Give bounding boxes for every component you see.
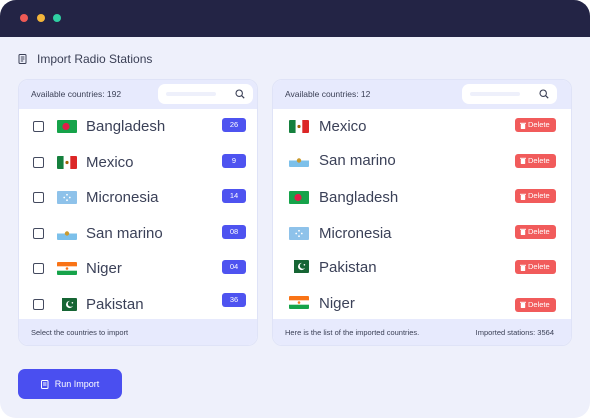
delete-button[interactable]: Delete [515, 260, 556, 274]
san-marino-flag-icon [57, 226, 77, 240]
country-checkbox[interactable] [33, 156, 44, 168]
station-count-badge: 14 [222, 189, 246, 203]
trash-icon [520, 157, 526, 164]
country-checkbox[interactable] [33, 263, 44, 274]
country-name: Niger [319, 294, 355, 312]
delete-button[interactable]: Delete [515, 189, 556, 203]
country-checkbox[interactable] [33, 298, 44, 310]
trash-icon [520, 193, 526, 200]
search-icon[interactable] [539, 89, 549, 99]
mexico-flag-icon [289, 120, 309, 133]
delete-button[interactable]: Delete [515, 153, 556, 168]
imported-count-label: Available countries: 12 [285, 89, 371, 99]
station-count-badge: 9 [222, 153, 246, 168]
delete-label: Delete [528, 226, 550, 236]
country-row-pakistan[interactable]: Pakistan 36 [19, 287, 257, 323]
pakistan-flag-icon [289, 260, 309, 273]
delete-button[interactable]: Delete [515, 118, 556, 132]
trash-icon [520, 228, 526, 235]
country-name: Mexico [319, 118, 367, 135]
search-placeholder [166, 92, 216, 96]
bangladesh-flag-icon [57, 120, 77, 133]
imported-search-input[interactable] [462, 84, 557, 104]
country-name: San marino [319, 151, 396, 169]
search-placeholder [470, 92, 520, 96]
delete-label: Delete [528, 191, 550, 200]
imported-row-bangladesh: Bangladesh Delete [273, 180, 571, 216]
trash-icon [520, 122, 526, 129]
radio-list-icon [18, 53, 27, 64]
country-name: Bangladesh [86, 118, 166, 135]
niger-flag-icon [57, 262, 77, 275]
imported-row-mexico: Mexico Delete [273, 109, 571, 145]
station-count-badge: 36 [222, 292, 246, 307]
country-checkbox[interactable] [33, 121, 44, 132]
page-title: Import Radio Stations [37, 52, 153, 66]
delete-label: Delete [528, 120, 550, 129]
station-count-badge: 04 [222, 260, 246, 274]
country-row-bangladesh[interactable]: Bangladesh 26 [19, 109, 257, 145]
country-row-san-marino[interactable]: San marino 08 [19, 216, 257, 252]
station-count-badge: 26 [222, 118, 246, 132]
country-name: Mexico [86, 153, 134, 171]
bangladesh-flag-icon [289, 191, 309, 204]
close-window-button[interactable] [20, 14, 28, 22]
run-import-label: Run Import [54, 379, 100, 389]
available-search-input[interactable] [158, 84, 253, 104]
delete-label: Delete [528, 262, 550, 271]
pakistan-flag-icon [57, 297, 77, 311]
country-row-mexico[interactable]: Mexico 9 [19, 145, 257, 181]
imported-row-niger: Niger Delete [273, 287, 571, 323]
country-name: Niger [86, 260, 122, 277]
country-name: San marino [86, 224, 163, 242]
country-name: Micronesia [86, 189, 159, 206]
country-name: Pakistan [86, 295, 144, 313]
imported-panel-header: Available countries: 12 [273, 80, 571, 109]
imported-row-micronesia: Micronesia Delete [273, 216, 571, 252]
country-checkbox[interactable] [33, 227, 44, 239]
imported-row-pakistan: Pakistan Delete [273, 251, 571, 287]
page-header: Import Radio Stations [18, 51, 152, 67]
imported-panel-footer: Here is the list of the imported countri… [273, 319, 571, 345]
country-name: Pakistan [319, 259, 377, 276]
available-countries-panel: Available countries: 192 Bangladesh 26 M… [18, 79, 258, 346]
available-panel-footer: Select the countries to import [19, 319, 257, 345]
micronesia-flag-icon [57, 191, 77, 204]
micronesia-flag-icon [289, 226, 309, 240]
search-icon[interactable] [235, 89, 245, 99]
trash-icon [520, 301, 526, 308]
imported-row-san-marino: San marino Delete [273, 145, 571, 181]
document-icon [40, 379, 49, 389]
maximize-window-button[interactable] [53, 14, 61, 22]
minimize-window-button[interactable] [37, 14, 45, 22]
niger-flag-icon [289, 295, 309, 309]
app-window: Import Radio Stations Available countrie… [0, 0, 590, 418]
country-name: Bangladesh [319, 189, 399, 206]
available-count-label: Available countries: 192 [31, 89, 122, 99]
station-count-badge: 08 [222, 224, 246, 239]
delete-label: Delete [528, 299, 550, 309]
imported-stations-count: Imported stations: 3564 [475, 328, 554, 337]
country-name: Micronesia [319, 224, 392, 242]
country-row-niger[interactable]: Niger 04 [19, 251, 257, 287]
country-checkbox[interactable] [33, 192, 44, 203]
country-row-micronesia[interactable]: Micronesia 14 [19, 180, 257, 216]
trash-icon [520, 264, 526, 271]
imported-countries-panel: Available countries: 12 Mexico Delete Sa… [272, 79, 572, 346]
delete-button[interactable]: Delete [515, 297, 556, 312]
delete-label: Delete [528, 155, 550, 165]
delete-button[interactable]: Delete [515, 224, 556, 239]
mexico-flag-icon [57, 155, 77, 169]
run-import-button[interactable]: Run Import [18, 369, 122, 399]
imported-footer-text: Here is the list of the imported countri… [285, 328, 420, 337]
title-bar [0, 0, 590, 37]
available-panel-header: Available countries: 192 [19, 80, 257, 109]
available-footer-text: Select the countries to import [31, 328, 129, 337]
san-marino-flag-icon [289, 153, 309, 167]
